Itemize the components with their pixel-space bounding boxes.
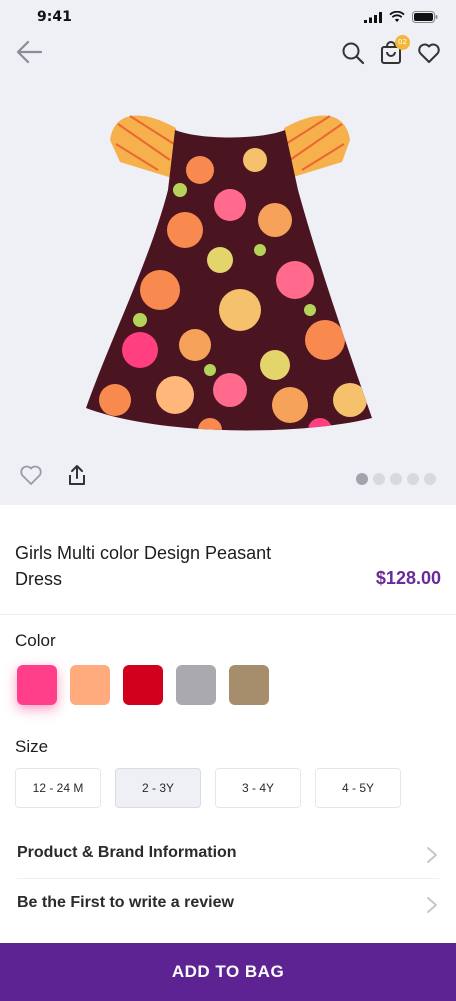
search-button[interactable]: [340, 40, 366, 66]
pagination-dot[interactable]: [424, 473, 436, 485]
wifi-icon: [389, 11, 405, 22]
back-button[interactable]: [14, 38, 48, 68]
cart-count-badge: 02: [395, 35, 410, 50]
color-swatch[interactable]: [70, 665, 110, 705]
size-option[interactable]: 4 - 5Y: [315, 768, 401, 808]
row-label: Product & Brand Information: [17, 844, 237, 861]
color-swatch[interactable]: [123, 665, 163, 705]
battery-icon: [412, 11, 438, 23]
dress-illustration: [86, 115, 372, 431]
pagination-dot[interactable]: [390, 473, 402, 485]
divider: [0, 614, 456, 615]
size-option[interactable]: 2 - 3Y: [115, 768, 201, 808]
product-brand-info-row[interactable]: Product & Brand Information: [0, 830, 456, 878]
size-label: Size: [15, 737, 49, 756]
product-image[interactable]: [80, 100, 380, 440]
wishlist-button[interactable]: [416, 40, 442, 66]
chevron-right-icon: [427, 847, 437, 863]
write-review-row[interactable]: Be the First to write a review: [0, 880, 456, 928]
favorite-button[interactable]: [18, 462, 44, 488]
share-icon: [69, 465, 85, 485]
product-header: Girls Multi color Design Peasant Dress $…: [15, 540, 441, 600]
divider: [17, 878, 439, 879]
size-option[interactable]: 3 - 4Y: [215, 768, 301, 808]
product-title: Girls Multi color Design Peasant Dress: [15, 543, 272, 589]
product-hero: 9:41 02: [0, 0, 456, 505]
chevron-right-icon: [427, 897, 437, 913]
arrow-left-icon: [16, 40, 43, 64]
pagination-dot[interactable]: [356, 473, 368, 485]
top-actions: 02: [340, 35, 442, 66]
add-to-bag-button[interactable]: ADD TO BAG: [0, 943, 456, 1001]
share-button[interactable]: [64, 462, 90, 488]
heart-outline-icon: [20, 465, 42, 485]
pagination-dot[interactable]: [407, 473, 419, 485]
color-swatch[interactable]: [176, 665, 216, 705]
image-actions: [18, 462, 90, 488]
size-options: 12 - 24 M 2 - 3Y 3 - 4Y 4 - 5Y: [15, 768, 401, 808]
top-bar: 02: [0, 35, 456, 72]
gallery-pagination[interactable]: [356, 473, 436, 485]
heart-icon: [418, 43, 440, 63]
status-icons: [364, 11, 438, 23]
status-time: 9:41: [37, 9, 72, 25]
color-swatch[interactable]: [17, 665, 57, 705]
row-label: Be the First to write a review: [17, 894, 234, 911]
size-option[interactable]: 12 - 24 M: [15, 768, 101, 808]
color-swatch[interactable]: [229, 665, 269, 705]
color-swatches: [17, 665, 269, 705]
status-bar: 9:41: [0, 0, 456, 36]
search-icon: [342, 42, 365, 65]
product-price: $128.00: [375, 568, 441, 588]
cart-button[interactable]: 02: [378, 35, 410, 66]
signal-icon: [364, 11, 382, 23]
color-label: Color: [15, 631, 56, 650]
pagination-dot[interactable]: [373, 473, 385, 485]
